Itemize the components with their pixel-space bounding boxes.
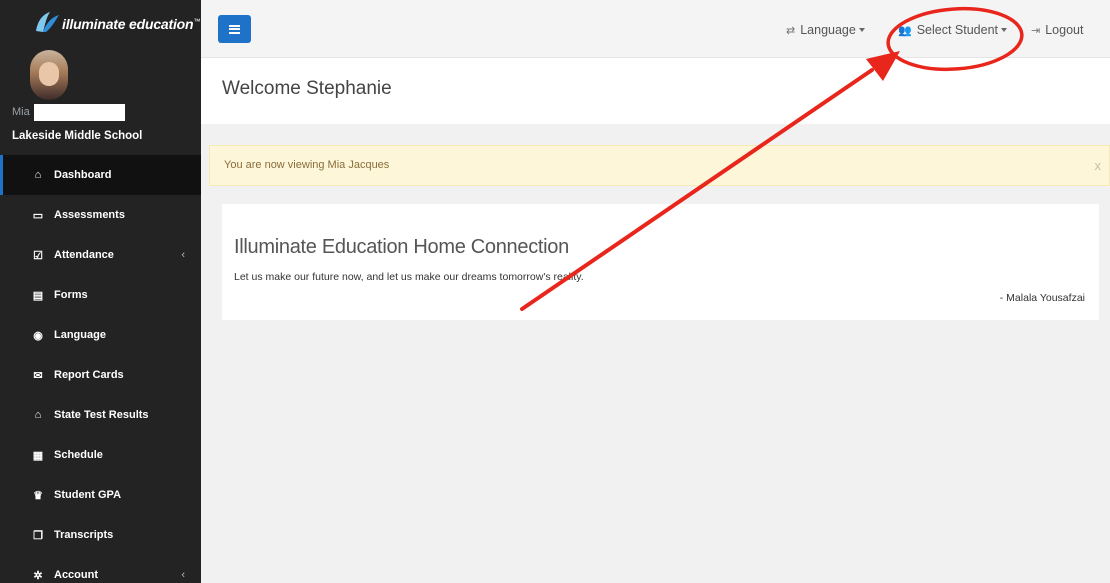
card-title: Illuminate Education Home Connection <box>234 236 569 258</box>
redacted-name-box <box>34 104 125 121</box>
sidebar-item-transcripts[interactable]: ❐ Transcripts <box>0 515 201 555</box>
close-alert-button[interactable]: x <box>1095 158 1102 173</box>
sidebar-toggle-button[interactable] <box>218 15 251 43</box>
translate-icon: ⇄ <box>786 24 796 37</box>
quote-author: - Malala Yousafzai <box>999 292 1085 304</box>
gear-icon: ✲ <box>33 569 43 582</box>
alert-message: You are now viewing Mia Jacques <box>224 159 390 171</box>
copy-icon: ❐ <box>33 529 43 542</box>
logout-link[interactable]: ⇥ Logout <box>1031 23 1083 37</box>
caret-down-icon <box>1001 28 1008 32</box>
sidebar-item-dashboard[interactable]: ⌂ Dashboard <box>0 155 201 195</box>
sidebar-item-label: Student GPA <box>54 489 122 501</box>
users-icon: 👥 <box>898 24 912 37</box>
sidebar-item-label: Account <box>54 569 98 581</box>
sidebar-item-language[interactable]: ◉ Language <box>0 315 201 355</box>
chevron-left-icon: ‹ <box>181 249 185 261</box>
sidebar-item-label: Language <box>54 329 106 341</box>
sidebar-item-student-gpa[interactable]: ♛ Student GPA <box>0 475 201 515</box>
chevron-left-icon: ‹ <box>181 569 185 581</box>
sign-out-icon: ⇥ <box>1031 24 1041 37</box>
sidebar-item-account[interactable]: ✲ Account ‹ <box>0 555 201 583</box>
school-name: Lakeside Middle School <box>12 130 143 142</box>
check-square-icon: ☑ <box>33 249 43 262</box>
hamburger-icon <box>229 24 240 34</box>
language-label: Language <box>800 23 856 37</box>
bank-icon: ⌂ <box>34 409 42 421</box>
home-connection-card: Illuminate Education Home Connection Let… <box>222 204 1099 320</box>
sidebar-item-label: Assessments <box>54 209 125 221</box>
sidebar-item-label: Dashboard <box>54 169 112 181</box>
select-student-dropdown[interactable]: 👥 Select Student <box>898 23 1008 37</box>
page-title: Welcome Stephanie <box>222 78 392 99</box>
brand-name: illuminate education™ <box>62 16 201 32</box>
sidebar-item-attendance[interactable]: ☑ Attendance ‹ <box>0 235 201 275</box>
sidebar-item-label: Report Cards <box>54 369 124 381</box>
file-icon: ▤ <box>32 289 44 302</box>
globe-icon: ◉ <box>33 329 43 342</box>
logo-leaf-icon <box>36 12 59 32</box>
top-navbar: ⇄ Language 👥 Select Student ⇥ Logout <box>201 0 1110 58</box>
sidebar-item-label: Attendance <box>54 249 114 261</box>
sidebar-nav: ⌂ Dashboard ▭ Assessments ☑ Attendance ‹… <box>0 155 201 583</box>
envelope-icon: ✉ <box>33 369 43 382</box>
student-first-name: Mia <box>12 106 30 118</box>
avatar <box>30 50 68 100</box>
calendar-icon: ▦ <box>32 449 44 462</box>
select-student-label: Select Student <box>916 23 999 37</box>
sidebar: illuminate education™ Mia Lakeside Middl… <box>0 0 201 583</box>
sidebar-item-label: Transcripts <box>54 529 114 541</box>
welcome-header: Welcome Stephanie <box>201 58 1110 124</box>
sidebar-item-state-test-results[interactable]: ⌂ State Test Results <box>0 395 201 435</box>
trophy-icon: ♛ <box>33 489 43 502</box>
sidebar-item-label: Schedule <box>54 449 103 461</box>
logout-label: Logout <box>1045 23 1084 37</box>
sidebar-item-assessments[interactable]: ▭ Assessments <box>0 195 201 235</box>
language-dropdown[interactable]: ⇄ Language <box>786 23 865 37</box>
sidebar-item-report-cards[interactable]: ✉ Report Cards <box>0 355 201 395</box>
sidebar-item-label: State Test Results <box>54 409 149 421</box>
home-icon: ⌂ <box>34 169 42 181</box>
sidebar-item-forms[interactable]: ▤ Forms <box>0 275 201 315</box>
viewing-student-alert: You are now viewing Mia Jacques x <box>209 145 1110 186</box>
caret-down-icon <box>858 28 865 32</box>
sidebar-item-schedule[interactable]: ▦ Schedule <box>0 435 201 475</box>
brand-logo[interactable]: illuminate education™ <box>0 0 201 48</box>
laptop-icon: ▭ <box>32 209 44 222</box>
sidebar-item-label: Forms <box>54 289 88 301</box>
quote-text: Let us make our future now, and let us m… <box>234 271 584 283</box>
